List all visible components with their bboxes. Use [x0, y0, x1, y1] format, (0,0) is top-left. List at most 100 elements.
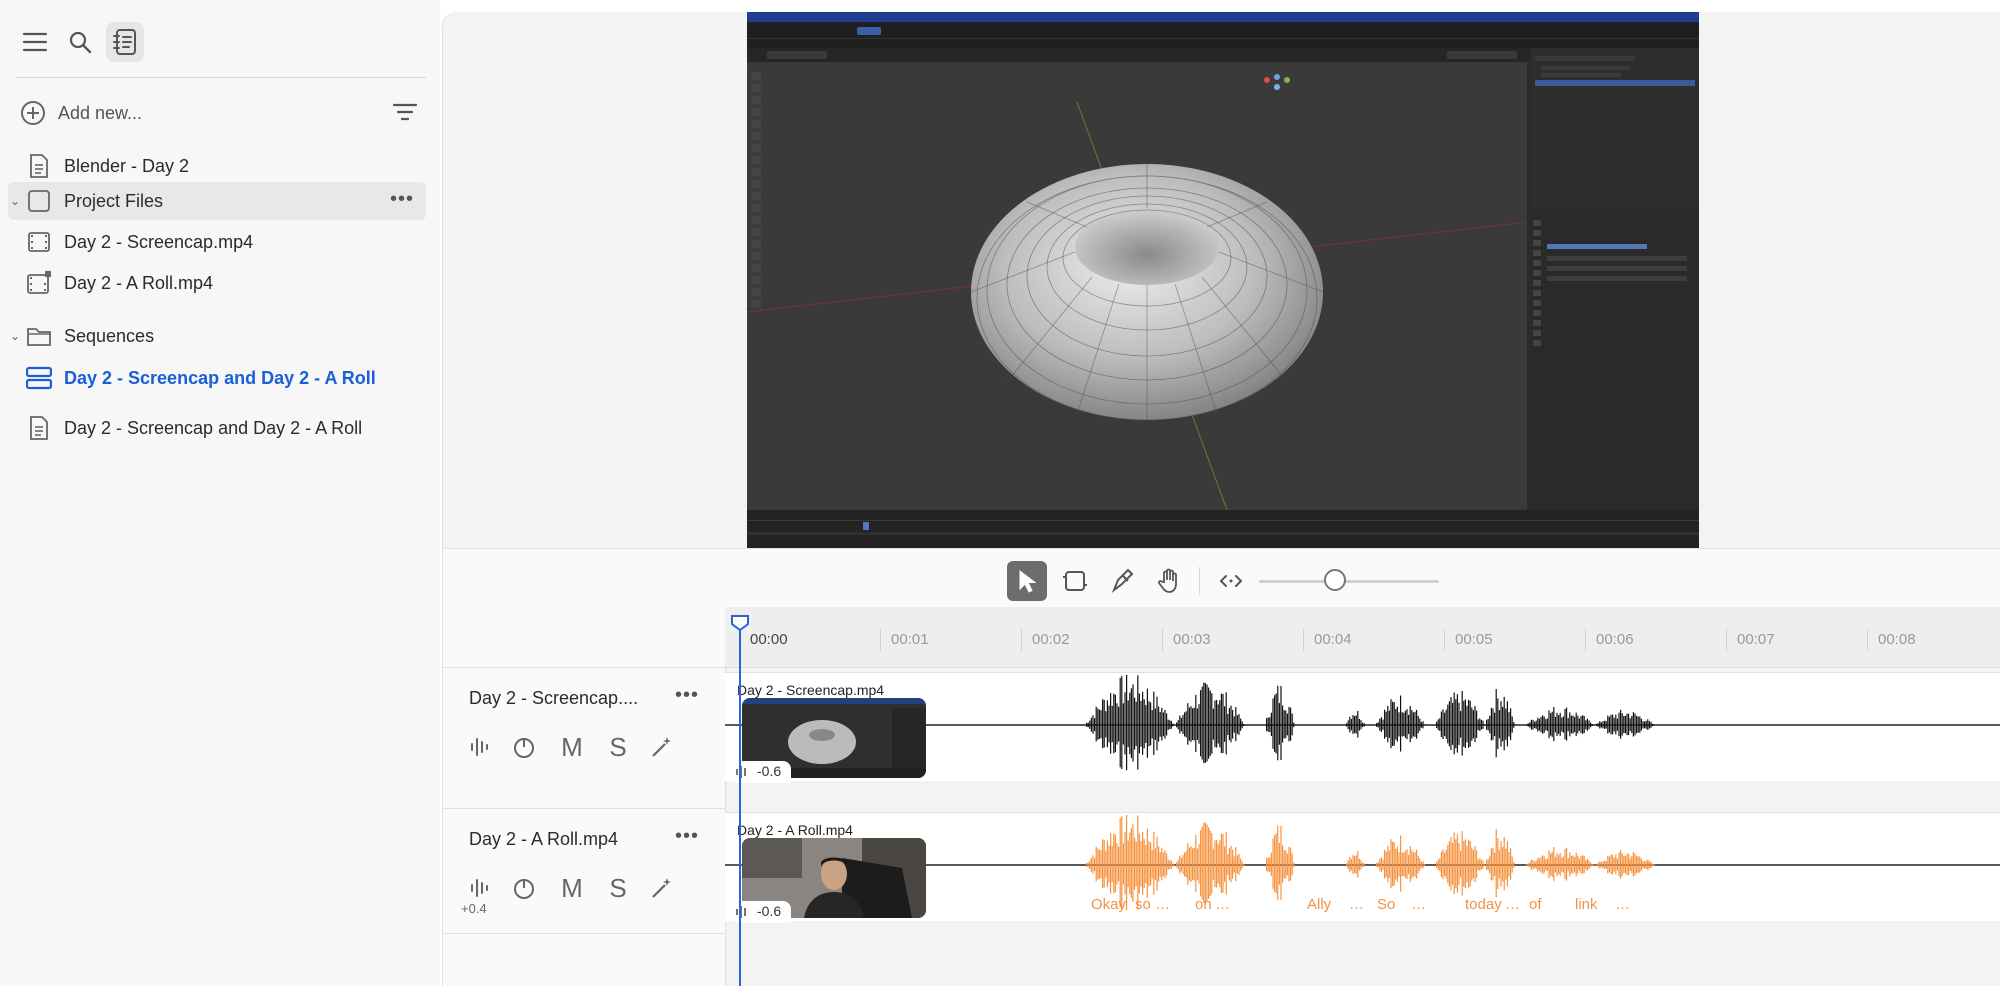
transcript-word[interactable]: today: [1465, 896, 1502, 913]
transcript-word[interactable]: on: [1195, 896, 1212, 913]
clip-volume-icon: [736, 906, 746, 918]
clip-gain-badge[interactable]: -0.6: [735, 761, 791, 783]
ruler-time-label: 00:04: [1314, 631, 1352, 648]
transcript-word[interactable]: of: [1529, 896, 1542, 913]
track-solo-button[interactable]: S: [603, 873, 633, 903]
track-header-screencap[interactable]: Day 2 - Screencap.... ••• M S: [443, 667, 725, 776]
blade-tool-button[interactable]: [1103, 561, 1143, 601]
track-solo-button[interactable]: S: [603, 732, 633, 762]
timeline-ruler[interactable]: 00:00 00:01 00:02 00:03 00:04 00:05 00:06 00:07…: [725, 607, 2000, 668]
transcript-word[interactable]: So: [1377, 896, 1395, 913]
track-gain-value: +0.4: [461, 901, 487, 916]
ruler-tick: [1585, 629, 1586, 651]
add-track-area[interactable]: [443, 933, 725, 986]
document-icon: [26, 415, 52, 441]
track-volume-icon[interactable]: [465, 873, 495, 903]
film-transcript-icon: [26, 270, 52, 296]
transcript-word[interactable]: …: [1349, 896, 1364, 913]
sidebar-item-sequence-active[interactable]: Day 2 - Screencap and Day 2 - A Roll: [26, 359, 426, 397]
preview-blender-outliner: [1531, 48, 1699, 208]
preview-blender-viewport: [747, 62, 1527, 510]
preview-blender-timeline: [747, 510, 1699, 548]
folder-icon: [26, 323, 52, 349]
sidebar-item-label: Blender - Day 2: [64, 155, 190, 176]
select-tool-button[interactable]: [1007, 561, 1047, 601]
clip-title[interactable]: Day 2 - A Roll.mp4: [737, 822, 853, 838]
clip-title[interactable]: Day 2 - Screencap.mp4: [737, 682, 884, 698]
sidebar-item-a-roll-mp4[interactable]: Day 2 - A Roll.mp4: [26, 264, 426, 302]
notebook-icon[interactable]: [106, 22, 144, 62]
track-magic-wand-icon[interactable]: [647, 873, 677, 903]
ruler-tick: [1726, 629, 1727, 651]
clip-gain-value: -0.6: [757, 903, 782, 919]
clip-gain-badge[interactable]: -0.6: [735, 901, 791, 923]
sidebar-item-sequence-document[interactable]: Day 2 - Screencap and Day 2 - A Roll: [8, 409, 426, 447]
add-new-label: Add new...: [58, 102, 143, 123]
folder-square-icon: [26, 188, 52, 214]
track-more-options-icon[interactable]: •••: [675, 684, 699, 707]
transcript-word[interactable]: link: [1575, 896, 1598, 913]
editor-main: Day 2 - Screencap.... ••• M S Day 2 - A …: [442, 12, 2000, 986]
transcript-word[interactable]: …: [1215, 896, 1230, 913]
track-mute-button[interactable]: M: [557, 873, 587, 903]
toolbar-divider: [1199, 567, 1200, 595]
sidebar-item-screencap-mp4[interactable]: Day 2 - Screencap.mp4: [26, 223, 426, 261]
ruler-time-label: 00:07: [1737, 631, 1775, 648]
ruler-tick: [1303, 629, 1304, 651]
ruler-time-label: 00:06: [1596, 631, 1634, 648]
transcript-word[interactable]: …: [1155, 896, 1170, 913]
sidebar-toolbar: [0, 22, 440, 66]
ruler-tick: [1162, 629, 1163, 651]
transcript-word[interactable]: …: [1505, 896, 1520, 913]
add-new-button[interactable]: Add new...: [20, 98, 430, 128]
zoom-slider-handle[interactable]: [1323, 569, 1346, 591]
preview-blender-header: [747, 22, 1699, 48]
transcript-word[interactable]: …: [1411, 896, 1426, 913]
ruler-tick: [1021, 629, 1022, 651]
sidebar-item-sequences[interactable]: ⌄ Sequences: [8, 317, 426, 355]
track-magic-wand-icon[interactable]: [647, 732, 677, 762]
ruler-time-label: 00:03: [1173, 631, 1211, 648]
track-volume-icon[interactable]: [465, 732, 495, 762]
ruler-tick: [1867, 629, 1868, 651]
ruler-time-label: 00:02: [1032, 631, 1070, 648]
video-preview[interactable]: [747, 12, 1699, 548]
menu-icon[interactable]: [16, 22, 54, 62]
document-icon: [26, 153, 52, 179]
chevron-down-icon[interactable]: ⌄: [8, 194, 22, 208]
ruler-time-label: 00:00: [750, 631, 788, 648]
track-lane-a-roll[interactable]: Day 2 - A Roll.mp4 -0.6 Okay so… on… Ally… S…: [725, 812, 2000, 923]
film-icon: [26, 229, 52, 255]
fit-timeline-button[interactable]: [1211, 561, 1251, 601]
transcript-word[interactable]: …: [1615, 896, 1630, 913]
track-name[interactable]: Day 2 - Screencap....: [469, 688, 638, 709]
track-name[interactable]: Day 2 - A Roll.mp4: [469, 829, 618, 850]
track-lane-screencap[interactable]: Day 2 - Screencap.mp4 -0.6: [725, 672, 2000, 783]
chevron-down-icon[interactable]: ⌄: [8, 329, 22, 343]
sidebar-item-project-files[interactable]: ⌄ Project Files •••: [8, 182, 426, 220]
preview-blender-properties: [1531, 210, 1699, 510]
ruler-tick: [880, 629, 881, 651]
track-power-icon[interactable]: [509, 873, 539, 903]
search-icon[interactable]: [61, 22, 99, 62]
trim-tool-button[interactable]: [1055, 561, 1095, 601]
transcript-word[interactable]: Okay: [1091, 896, 1126, 913]
zoom-slider[interactable]: [1259, 580, 1439, 583]
sidebar-divider: [16, 77, 426, 78]
sidebar-item-blender-day-2[interactable]: Blender - Day 2: [8, 147, 426, 185]
track-power-icon[interactable]: [509, 732, 539, 762]
more-options-icon[interactable]: •••: [390, 188, 414, 211]
transcript-word[interactable]: Ally: [1307, 896, 1331, 913]
track-mute-button[interactable]: M: [557, 732, 587, 762]
sidebar-item-label: Day 2 - Screencap and Day 2 - A Roll: [64, 417, 363, 438]
timeline-toolbar: [443, 548, 2000, 608]
playhead[interactable]: [739, 629, 741, 986]
track-header-a-roll[interactable]: Day 2 - A Roll.mp4 ••• M S +0.4: [443, 808, 725, 917]
track-headers: Day 2 - Screencap.... ••• M S Day 2 - A …: [443, 607, 726, 986]
transcript-word[interactable]: so: [1135, 896, 1151, 913]
sidebar-item-label: Day 2 - Screencap.mp4: [64, 231, 254, 252]
filter-icon[interactable]: [392, 102, 418, 127]
track-more-options-icon[interactable]: •••: [675, 825, 699, 848]
sidebar-item-label: Day 2 - A Roll.mp4: [64, 272, 214, 293]
hand-tool-button[interactable]: [1149, 561, 1189, 601]
